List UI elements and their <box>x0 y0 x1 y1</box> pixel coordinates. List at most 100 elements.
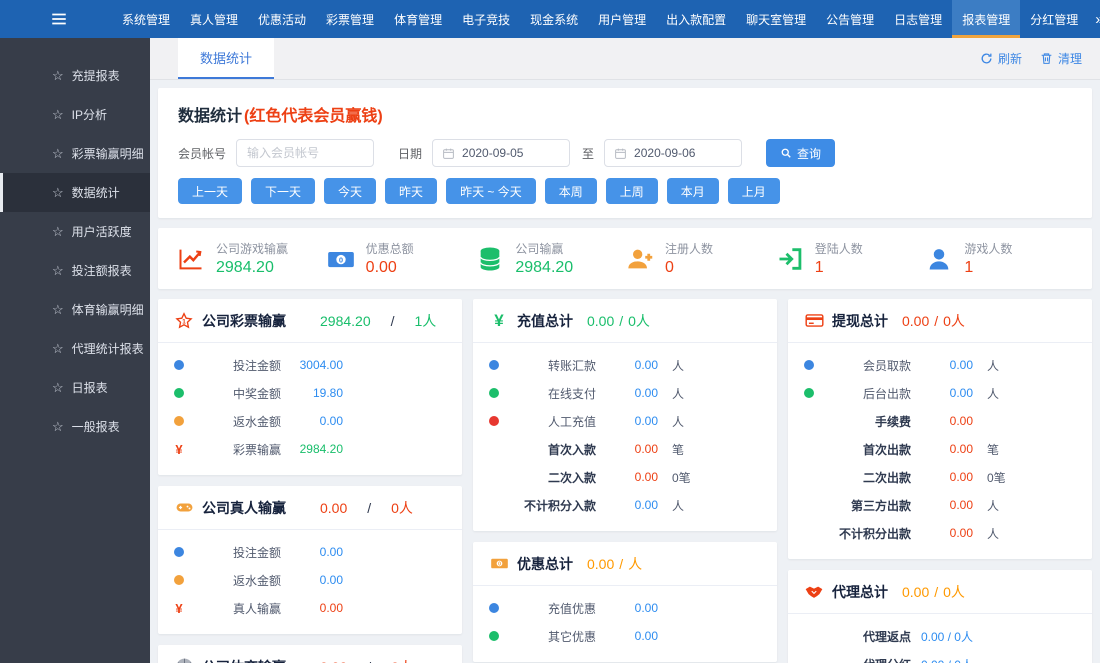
quick-range-today[interactable]: 今天 <box>324 178 377 204</box>
dot-icon <box>489 388 499 398</box>
dot-icon <box>489 631 499 641</box>
nav-item-promo[interactable]: 优惠活动 <box>248 0 316 38</box>
nav-item-sports[interactable]: 体育管理 <box>384 0 452 38</box>
stat-value: 0 <box>665 259 674 276</box>
clean-button[interactable]: 清理 <box>1040 50 1082 67</box>
quick-range-last-month[interactable]: 上月 <box>727 178 780 204</box>
nav-menu: 系统管理 真人管理 优惠活动 彩票管理 体育管理 电子竞技 现金系统 用户管理 … <box>112 0 1100 38</box>
stat-value: 2984.20 <box>216 259 274 276</box>
quick-range-this-month[interactable]: 本月 <box>666 178 719 204</box>
calendar-icon <box>443 148 454 159</box>
card-recharge-total: ¥ 充值总计 0.00 / 0人 转账汇款 0.00 人 在线支付 0.00 人 人工充… <box>473 299 777 531</box>
card-row: 在线支付 0.00 人 <box>489 379 761 407</box>
nav-item-system[interactable]: 系统管理 <box>112 0 180 38</box>
banknote-icon: 0 <box>326 244 356 274</box>
quick-range-next-day[interactable]: 下一天 <box>251 178 316 204</box>
sidebar-item-bet-report[interactable]: ☆ 投注额报表 <box>0 251 150 290</box>
sidebar-item-lottery-detail[interactable]: ☆ 彩票输赢明细 <box>0 134 150 173</box>
sidebar-item-label: 数据统计 <box>71 186 120 200</box>
sidebar-item-daily-report[interactable]: ☆ 日报表 <box>0 368 150 407</box>
date-label: 日期 <box>398 146 423 161</box>
nav-item-esports[interactable]: 电子竞技 <box>452 0 520 38</box>
banknote-icon: 0 <box>489 554 509 573</box>
refresh-icon <box>981 53 992 64</box>
card-header: 提现总计 0.00 / 0人 <box>788 299 1092 343</box>
dot-icon <box>804 388 814 398</box>
sidebar-item-label: 用户活跃度 <box>71 225 132 239</box>
sidebar-item-ip-analysis[interactable]: ☆ IP分析 <box>0 95 150 134</box>
yen-icon: ¥ <box>494 310 504 330</box>
nav-item-chatroom[interactable]: 聊天室管理 <box>736 0 816 38</box>
nav-item-announce[interactable]: 公告管理 <box>816 0 884 38</box>
sidebar-item-agent-report[interactable]: ☆ 代理统计报表 <box>0 329 150 368</box>
tab-data-stats[interactable]: 数据统计 <box>178 38 275 79</box>
sidebar-item-label: IP分析 <box>71 108 107 122</box>
nav-item-logs[interactable]: 日志管理 <box>884 0 952 38</box>
quick-range-last-week[interactable]: 上周 <box>605 178 658 204</box>
card-row: 二次入款 0.00 0笔 <box>547 470 691 485</box>
card-header: 代理总计 0.00 / 0人 <box>788 570 1092 614</box>
svg-text:0: 0 <box>339 255 343 264</box>
dot-icon <box>489 603 499 613</box>
card-row: 投注金额 3004.00 <box>174 351 446 379</box>
nav-item-lottery[interactable]: 彩票管理 <box>316 0 384 38</box>
card-title: 公司体育输赢 <box>202 657 286 663</box>
sidebar-item-user-activity[interactable]: ☆ 用户活跃度 <box>0 212 150 251</box>
nav-item-users[interactable]: 用户管理 <box>588 0 656 38</box>
sidebar-item-data-stats-active[interactable]: ☆ 数据统计 <box>0 173 150 212</box>
sidebar-item-recharge-report[interactable]: ☆ 充提报表 <box>0 56 150 95</box>
sidebar-item-label: 体育输赢明细 <box>71 303 144 317</box>
star-icon: ☆ <box>52 145 64 161</box>
card-amount: 0.00 <box>320 659 347 663</box>
star-1-icon: 1 <box>174 311 194 330</box>
nav-item-live[interactable]: 真人管理 <box>180 0 248 38</box>
member-account-input[interactable] <box>236 139 375 167</box>
yen-icon: ¥ <box>175 600 183 616</box>
card-withdraw-total: 提现总计 0.00 / 0人 会员取款 0.00 人 后台出款 0.00 人 手续费 0.… <box>788 299 1092 559</box>
star-icon: ☆ <box>52 301 64 317</box>
page-title-note: (红色代表会员赢钱) <box>244 108 383 125</box>
refresh-button[interactable]: 刷新 <box>980 50 1022 67</box>
card-title: 公司真人输赢 <box>202 499 286 516</box>
card-row: 手续费 0.00 <box>874 414 973 429</box>
nav-item-cash[interactable]: 现金系统 <box>520 0 588 38</box>
stats-strip: 公司游戏输赢 2984.20 0 优惠总额 0.00 公司输赢 2984.20 注册人… <box>158 228 1092 289</box>
card-row: 代理分红0.00 / 0人 <box>804 650 1076 663</box>
nav-item-payment-config[interactable]: 出入款配置 <box>656 0 736 38</box>
stat-promo-total: 0 优惠总额 0.00 <box>326 240 476 277</box>
card-row: 中奖金额 19.80 <box>174 379 446 407</box>
quick-range-prev-day[interactable]: 上一天 <box>178 178 243 204</box>
login-icon <box>775 244 805 274</box>
dot-icon <box>174 360 184 370</box>
column-2: ¥ 充值总计 0.00 / 0人 转账汇款 0.00 人 在线支付 0.00 人 人工充… <box>473 299 777 662</box>
card-row: 首次入款 0.00 笔 <box>547 442 685 457</box>
card-count: 0人 <box>391 657 413 663</box>
sidebar-item-sports-detail[interactable]: ☆ 体育输赢明细 <box>0 290 150 329</box>
quick-range-yesterday[interactable]: 昨天 <box>385 178 438 204</box>
handshake-icon <box>804 582 824 602</box>
star-icon: ☆ <box>52 67 64 83</box>
card-row: 返水金额 0.00 <box>174 566 446 594</box>
sidebar-item-general-report[interactable]: ☆ 一般报表 <box>0 407 150 446</box>
nav-item-dividend[interactable]: 分红管理 <box>1020 0 1088 38</box>
member-account-label: 会员帐号 <box>178 146 227 161</box>
date-from-input[interactable]: 2020-09-05 <box>432 139 571 167</box>
menu-icon[interactable] <box>50 0 68 38</box>
double-arrow-icon[interactable]: » <box>1088 0 1100 38</box>
card-header: 公司体育输赢 0.00 / 0人 <box>158 645 462 663</box>
star-icon: ☆ <box>52 262 64 278</box>
card-count: 0人 <box>943 583 965 600</box>
search-button[interactable]: 查询 <box>766 139 836 167</box>
card-row: 后台出款 0.00 人 <box>804 379 1076 407</box>
nav-item-reports-active[interactable]: 报表管理 <box>952 0 1021 38</box>
quick-range-yesterday-today[interactable]: 昨天 ~ 今天 <box>446 178 536 204</box>
user-plus-icon <box>625 244 655 274</box>
date-to-input[interactable]: 2020-09-06 <box>604 139 743 167</box>
page-title: 数据统计 (红色代表会员赢钱) <box>178 108 383 125</box>
dot-icon <box>489 416 499 426</box>
column-3: 提现总计 0.00 / 0人 会员取款 0.00 人 后台出款 0.00 人 手续费 0.… <box>788 299 1092 663</box>
quick-range-this-week[interactable]: 本周 <box>544 178 597 204</box>
sidebar-item-label: 一般报表 <box>71 420 120 434</box>
dot-icon <box>489 360 499 370</box>
card-amount: 0.00 <box>587 555 615 572</box>
